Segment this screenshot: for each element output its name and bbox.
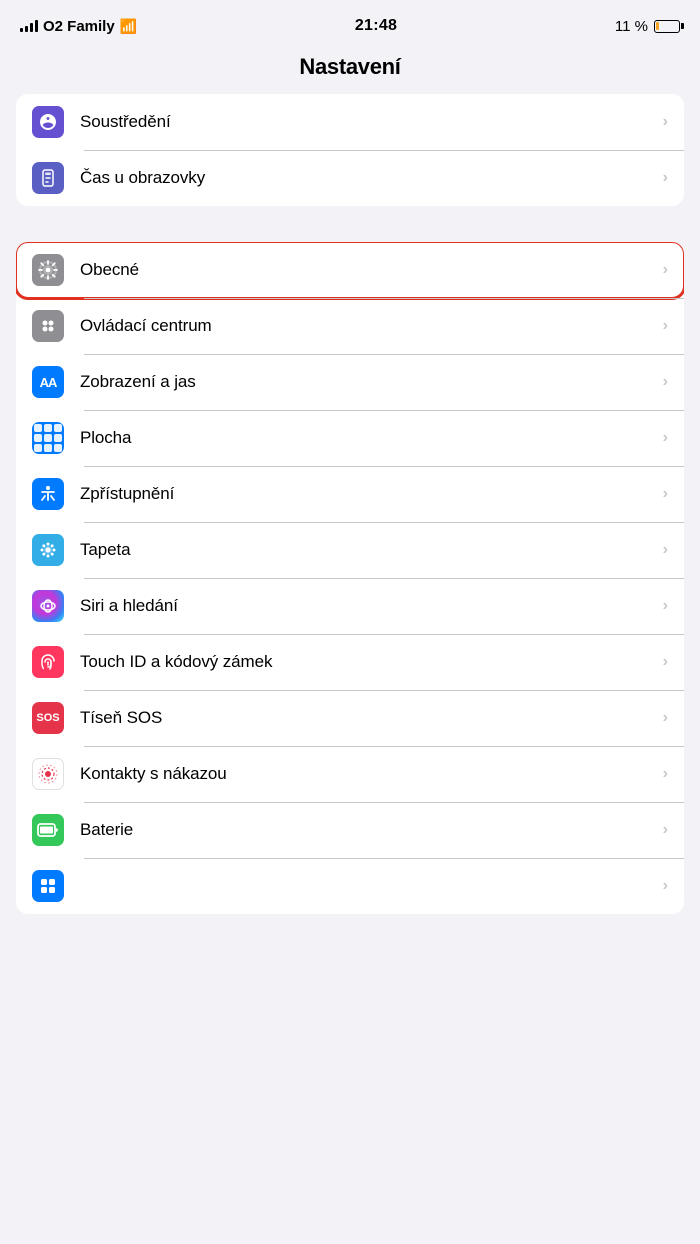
obecne-row[interactable]: Obecné ›	[16, 242, 684, 298]
obecne-icon	[32, 254, 64, 286]
wifi-icon: 📶	[120, 18, 137, 35]
soustredeni-chevron: ›	[663, 113, 668, 131]
kontakty-nakazou-row[interactable]: Kontakty s nákazou ›	[16, 746, 684, 802]
status-bar: O2 Family 📶 21:48 11 %	[0, 0, 700, 44]
cas-obrazovky-row[interactable]: Čas u obrazovky ›	[16, 150, 684, 206]
touchid-row[interactable]: Touch ID a kódový zámek ›	[16, 634, 684, 690]
tapeta-row[interactable]: Tapeta ›	[16, 522, 684, 578]
touchid-chevron: ›	[663, 653, 668, 671]
status-left: O2 Family 📶	[20, 18, 137, 35]
tisen-sos-chevron: ›	[663, 709, 668, 727]
soustredeni-label: Soustředění	[80, 112, 655, 132]
kontakty-chevron: ›	[663, 765, 668, 783]
top-settings-section: Soustředění › Čas u obrazovky ›	[0, 94, 700, 206]
obecne-chevron: ›	[663, 261, 668, 279]
zpristupneni-icon	[32, 478, 64, 510]
zpristupneni-label: Zpřístupnění	[80, 484, 655, 504]
battery-percent: 11 %	[615, 18, 648, 35]
zobrazeni-label: Zobrazení a jas	[80, 372, 655, 392]
status-right: 11 %	[615, 18, 680, 35]
tisen-sos-icon: SOS	[32, 702, 64, 734]
signal-bars	[20, 20, 38, 32]
tapeta-icon	[32, 534, 64, 566]
touchid-label: Touch ID a kódový zámek	[80, 652, 655, 672]
main-settings-group: Obecné › Ovládací centrum › AA Zobrazení…	[16, 242, 684, 914]
tisen-sos-label: Tíseň SOS	[80, 708, 655, 728]
soustredeni-row[interactable]: Soustředění ›	[16, 94, 684, 150]
partial-icon	[32, 870, 64, 902]
kontakty-icon	[32, 758, 64, 790]
cas-obrazovky-label: Čas u obrazovky	[80, 168, 655, 188]
zobrazeni-jas-row[interactable]: AA Zobrazení a jas ›	[16, 354, 684, 410]
partial-row[interactable]: ›	[16, 858, 684, 914]
baterie-label: Baterie	[80, 820, 655, 840]
baterie-row[interactable]: Baterie ›	[16, 802, 684, 858]
zobrazeni-icon: AA	[32, 366, 64, 398]
touchid-icon	[32, 646, 64, 678]
plocha-label: Plocha	[80, 428, 655, 448]
ovladaci-centrum-row[interactable]: Ovládací centrum ›	[16, 298, 684, 354]
plocha-row[interactable]: Plocha ›	[16, 410, 684, 466]
top-settings-group: Soustředění › Čas u obrazovky ›	[16, 94, 684, 206]
carrier-label: O2 Family	[43, 18, 115, 35]
zpristupneni-row[interactable]: Zpřístupnění ›	[16, 466, 684, 522]
tisen-sos-row[interactable]: SOS Tíseň SOS ›	[16, 690, 684, 746]
page-title-bar: Nastavení	[0, 44, 700, 94]
ovladaci-centrum-chevron: ›	[663, 317, 668, 335]
partial-chevron: ›	[663, 877, 668, 895]
kontakty-label: Kontakty s nákazou	[80, 764, 655, 784]
zobrazeni-chevron: ›	[663, 373, 668, 391]
time-display: 21:48	[355, 17, 397, 35]
baterie-chevron: ›	[663, 821, 668, 839]
zpristupneni-chevron: ›	[663, 485, 668, 503]
ovladaci-centrum-label: Ovládací centrum	[80, 316, 655, 336]
siri-icon	[32, 590, 64, 622]
cas-obrazovky-chevron: ›	[663, 169, 668, 187]
siri-chevron: ›	[663, 597, 668, 615]
baterie-icon	[32, 814, 64, 846]
main-settings-section: Obecné › Ovládací centrum › AA Zobrazení…	[0, 242, 700, 914]
siri-row[interactable]: Siri a hledání ›	[16, 578, 684, 634]
ovladaci-centrum-icon	[32, 310, 64, 342]
battery-icon	[654, 20, 680, 33]
plocha-icon	[32, 422, 64, 454]
tapeta-label: Tapeta	[80, 540, 655, 560]
page-title: Nastavení	[0, 54, 700, 80]
siri-label: Siri a hledání	[80, 596, 655, 616]
plocha-chevron: ›	[663, 429, 668, 447]
obecne-label: Obecné	[80, 260, 655, 280]
cas-obrazovky-icon	[32, 162, 64, 194]
soustredeni-icon	[32, 106, 64, 138]
tapeta-chevron: ›	[663, 541, 668, 559]
